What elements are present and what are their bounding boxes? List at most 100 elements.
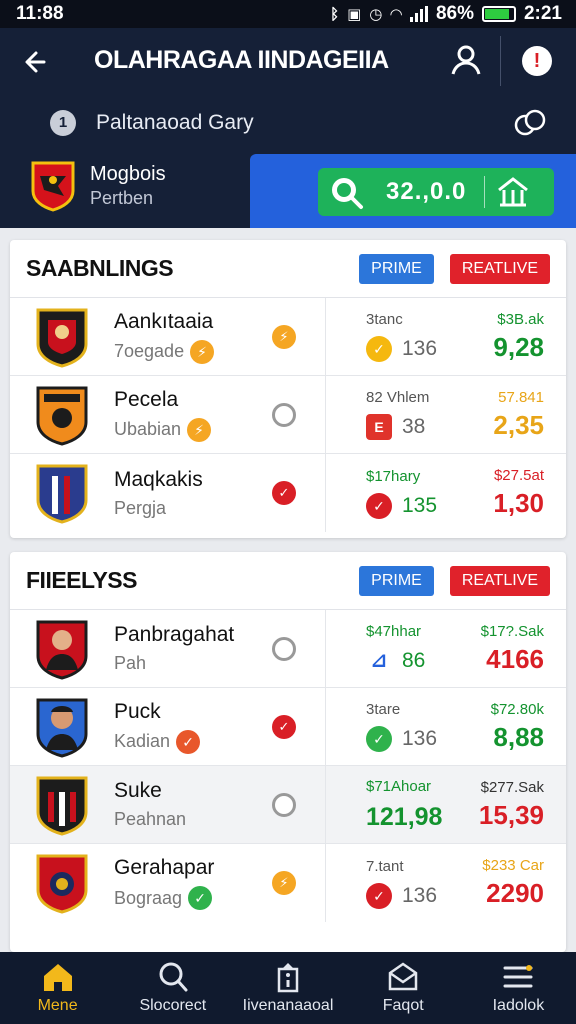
player-name: Gerahapar bbox=[114, 856, 215, 879]
row-player: Panbragahat Pah bbox=[10, 610, 326, 687]
stat-label: 3tare bbox=[366, 701, 401, 718]
stat-value-wrap: ✓ 135 bbox=[366, 492, 438, 519]
score-pill[interactable]: 32.,0.0 bbox=[318, 168, 554, 216]
status-icons: ᛒ ▣ ◷ ◠ 86% 2:21 bbox=[330, 3, 562, 25]
row-price: $233 Car 2290 bbox=[438, 857, 566, 909]
players-header: FIIEELYSS PRIME REATLIVE bbox=[10, 552, 566, 610]
price-value: 4166 bbox=[486, 643, 544, 674]
battery-icon bbox=[481, 6, 516, 22]
prime-tag[interactable]: PRIME bbox=[359, 253, 434, 284]
back-button[interactable] bbox=[20, 44, 56, 80]
stat-value-wrap: E 38 bbox=[366, 414, 438, 440]
crest-icon bbox=[36, 386, 88, 446]
row-text: Panbragahat Pah bbox=[114, 623, 234, 674]
table-row[interactable]: Aankıtaaia 7oegade ⚡ ⚡ 3tanc ✓ 136 $3B.ak … bbox=[10, 298, 566, 376]
stat-label: 82 Vhlem bbox=[366, 389, 430, 406]
row-stats: 3tare ✓ 136 bbox=[326, 701, 438, 752]
stat-value-wrap: ✓ 136 bbox=[366, 882, 438, 909]
score-panel: 32.,0.0 bbox=[250, 154, 576, 228]
score-value: 32.,0.0 bbox=[386, 178, 467, 205]
vibrate-icon: ▣ bbox=[347, 6, 362, 23]
price-value: 2,35 bbox=[493, 409, 544, 440]
player-sub-label: Peahnan bbox=[114, 809, 187, 829]
team-sub: 7oegade ⚡ bbox=[114, 339, 215, 364]
nav-item-info[interactable]: Iivenanaaoal bbox=[230, 952, 345, 1024]
stat-value: 136 bbox=[402, 337, 438, 360]
nav-item-search[interactable]: Slocorect bbox=[115, 952, 230, 1024]
alert-button[interactable]: ! bbox=[522, 46, 552, 76]
team-name: Aankıtaaia bbox=[114, 309, 214, 333]
player-name: Paltanaoad Gary bbox=[96, 111, 254, 134]
stat-value-wrap: ✓ 136 bbox=[366, 336, 438, 362]
player-number-badge: 1 bbox=[50, 110, 76, 136]
list-item[interactable]: Panbragahat Pah $47hhar ⊿ 86 $17?.Sak 416… bbox=[10, 610, 566, 688]
list-item[interactable]: Puck Kadian ✓ ✓ 3tare ✓ 136 $72.80k 8,88 bbox=[10, 688, 566, 766]
nav-item-menu[interactable]: Iadolok bbox=[461, 952, 576, 1024]
signal-icon bbox=[409, 6, 428, 22]
profile-button[interactable] bbox=[448, 42, 484, 78]
players-card: FIIEELYSS PRIME REATLIVE Panbragahat Pah… bbox=[10, 552, 566, 952]
nav-item-home[interactable]: Mene bbox=[0, 952, 115, 1024]
row-text: Gerahapar Bograag ✓ bbox=[114, 856, 214, 910]
user-icon bbox=[451, 45, 481, 75]
row-price: 57.841 2,35 bbox=[438, 389, 566, 441]
page-title: OLAHRAGAA IINDAGEIIA bbox=[94, 46, 389, 74]
status-ring-icon bbox=[272, 637, 296, 661]
row-stats: 7.tant ✓ 136 bbox=[326, 858, 438, 909]
stat-label: $71Ahoar bbox=[366, 777, 432, 795]
status-bolt-icon: ⚡ bbox=[272, 871, 296, 895]
shield-icon: ✓ bbox=[366, 882, 392, 909]
stat-value: 38 bbox=[402, 415, 426, 438]
search-icon bbox=[159, 962, 188, 992]
price-label: $17?.Sak bbox=[480, 622, 544, 640]
arena-icon[interactable] bbox=[493, 174, 533, 210]
team-name: Mogbois bbox=[90, 163, 166, 185]
stat-label: 7.tant bbox=[366, 857, 404, 875]
table-row[interactable]: Maqkakis Pergja ✓ $17hary ✓ 135 $27.5at 1… bbox=[10, 454, 566, 532]
player-sub: Peahnan bbox=[114, 809, 186, 830]
row-text: Pecela Ubabian ⚡ bbox=[114, 387, 212, 442]
table-row[interactable]: Pecela Ubabian ⚡ 82 Vhlem E 38 57.841 2,35 bbox=[10, 376, 566, 454]
live-tag[interactable]: REATLIVE bbox=[449, 565, 550, 596]
team-name: Pecela bbox=[114, 387, 179, 411]
team-sub: Ubabian ⚡ bbox=[114, 417, 212, 442]
prime-tag[interactable]: PRIME bbox=[359, 565, 434, 596]
row-stats: 3tanc ✓ 136 bbox=[326, 311, 438, 362]
stat-value: 136 bbox=[402, 727, 438, 750]
status-ring-icon bbox=[272, 403, 296, 427]
crest-icon bbox=[36, 776, 88, 836]
shield-icon: ✓ bbox=[366, 492, 392, 519]
live-tag[interactable]: REATLIVE bbox=[449, 253, 550, 284]
row-price: $277.Sak 15,39 bbox=[438, 779, 566, 831]
home-icon bbox=[43, 964, 72, 991]
bolt-icon: ⚡ bbox=[187, 417, 212, 442]
wifi-icon: ◠ bbox=[390, 6, 402, 23]
price-label: $27.5at bbox=[493, 467, 544, 484]
player-sub-label: Kadian bbox=[114, 731, 171, 751]
crest-icon bbox=[36, 854, 88, 914]
nav-item-mail[interactable]: Faqot bbox=[346, 952, 461, 1024]
price-label: $277.Sak bbox=[480, 778, 544, 796]
row-stats: 82 Vhlem E 38 bbox=[326, 389, 438, 440]
status-check-icon: ✓ bbox=[272, 481, 296, 505]
stat-label: $47hhar bbox=[366, 623, 422, 640]
player-avatar bbox=[36, 620, 88, 680]
battery-percent: 86% bbox=[435, 3, 474, 24]
nav-label: Mene bbox=[37, 997, 78, 1014]
price-label: $72.80k bbox=[490, 700, 544, 718]
info-icon bbox=[277, 963, 299, 993]
list-item[interactable]: Gerahapar Bograag ✓ ⚡ 7.tant ✓ 136 $233 Ca… bbox=[10, 844, 566, 922]
row-text: Puck Kadian ✓ bbox=[114, 700, 201, 754]
chat-button[interactable] bbox=[512, 108, 548, 138]
list-item[interactable]: Suke Peahnan $71Ahoar 121,98 $277.Sak 15… bbox=[10, 766, 566, 844]
price-label: $3B.ak bbox=[497, 310, 544, 328]
player-sub: Bograag ✓ bbox=[114, 886, 214, 910]
player-sub-label: Bograag bbox=[114, 887, 183, 908]
row-stats: $47hhar ⊿ 86 bbox=[326, 623, 438, 674]
shield-icon: ✓ bbox=[366, 336, 392, 362]
stat-value: 86 bbox=[402, 649, 426, 672]
status-ring-icon bbox=[272, 793, 296, 817]
row-stats: $17hary ✓ 135 bbox=[326, 468, 438, 519]
stat-value: 135 bbox=[402, 493, 438, 517]
team-name: Maqkakis bbox=[114, 467, 203, 491]
